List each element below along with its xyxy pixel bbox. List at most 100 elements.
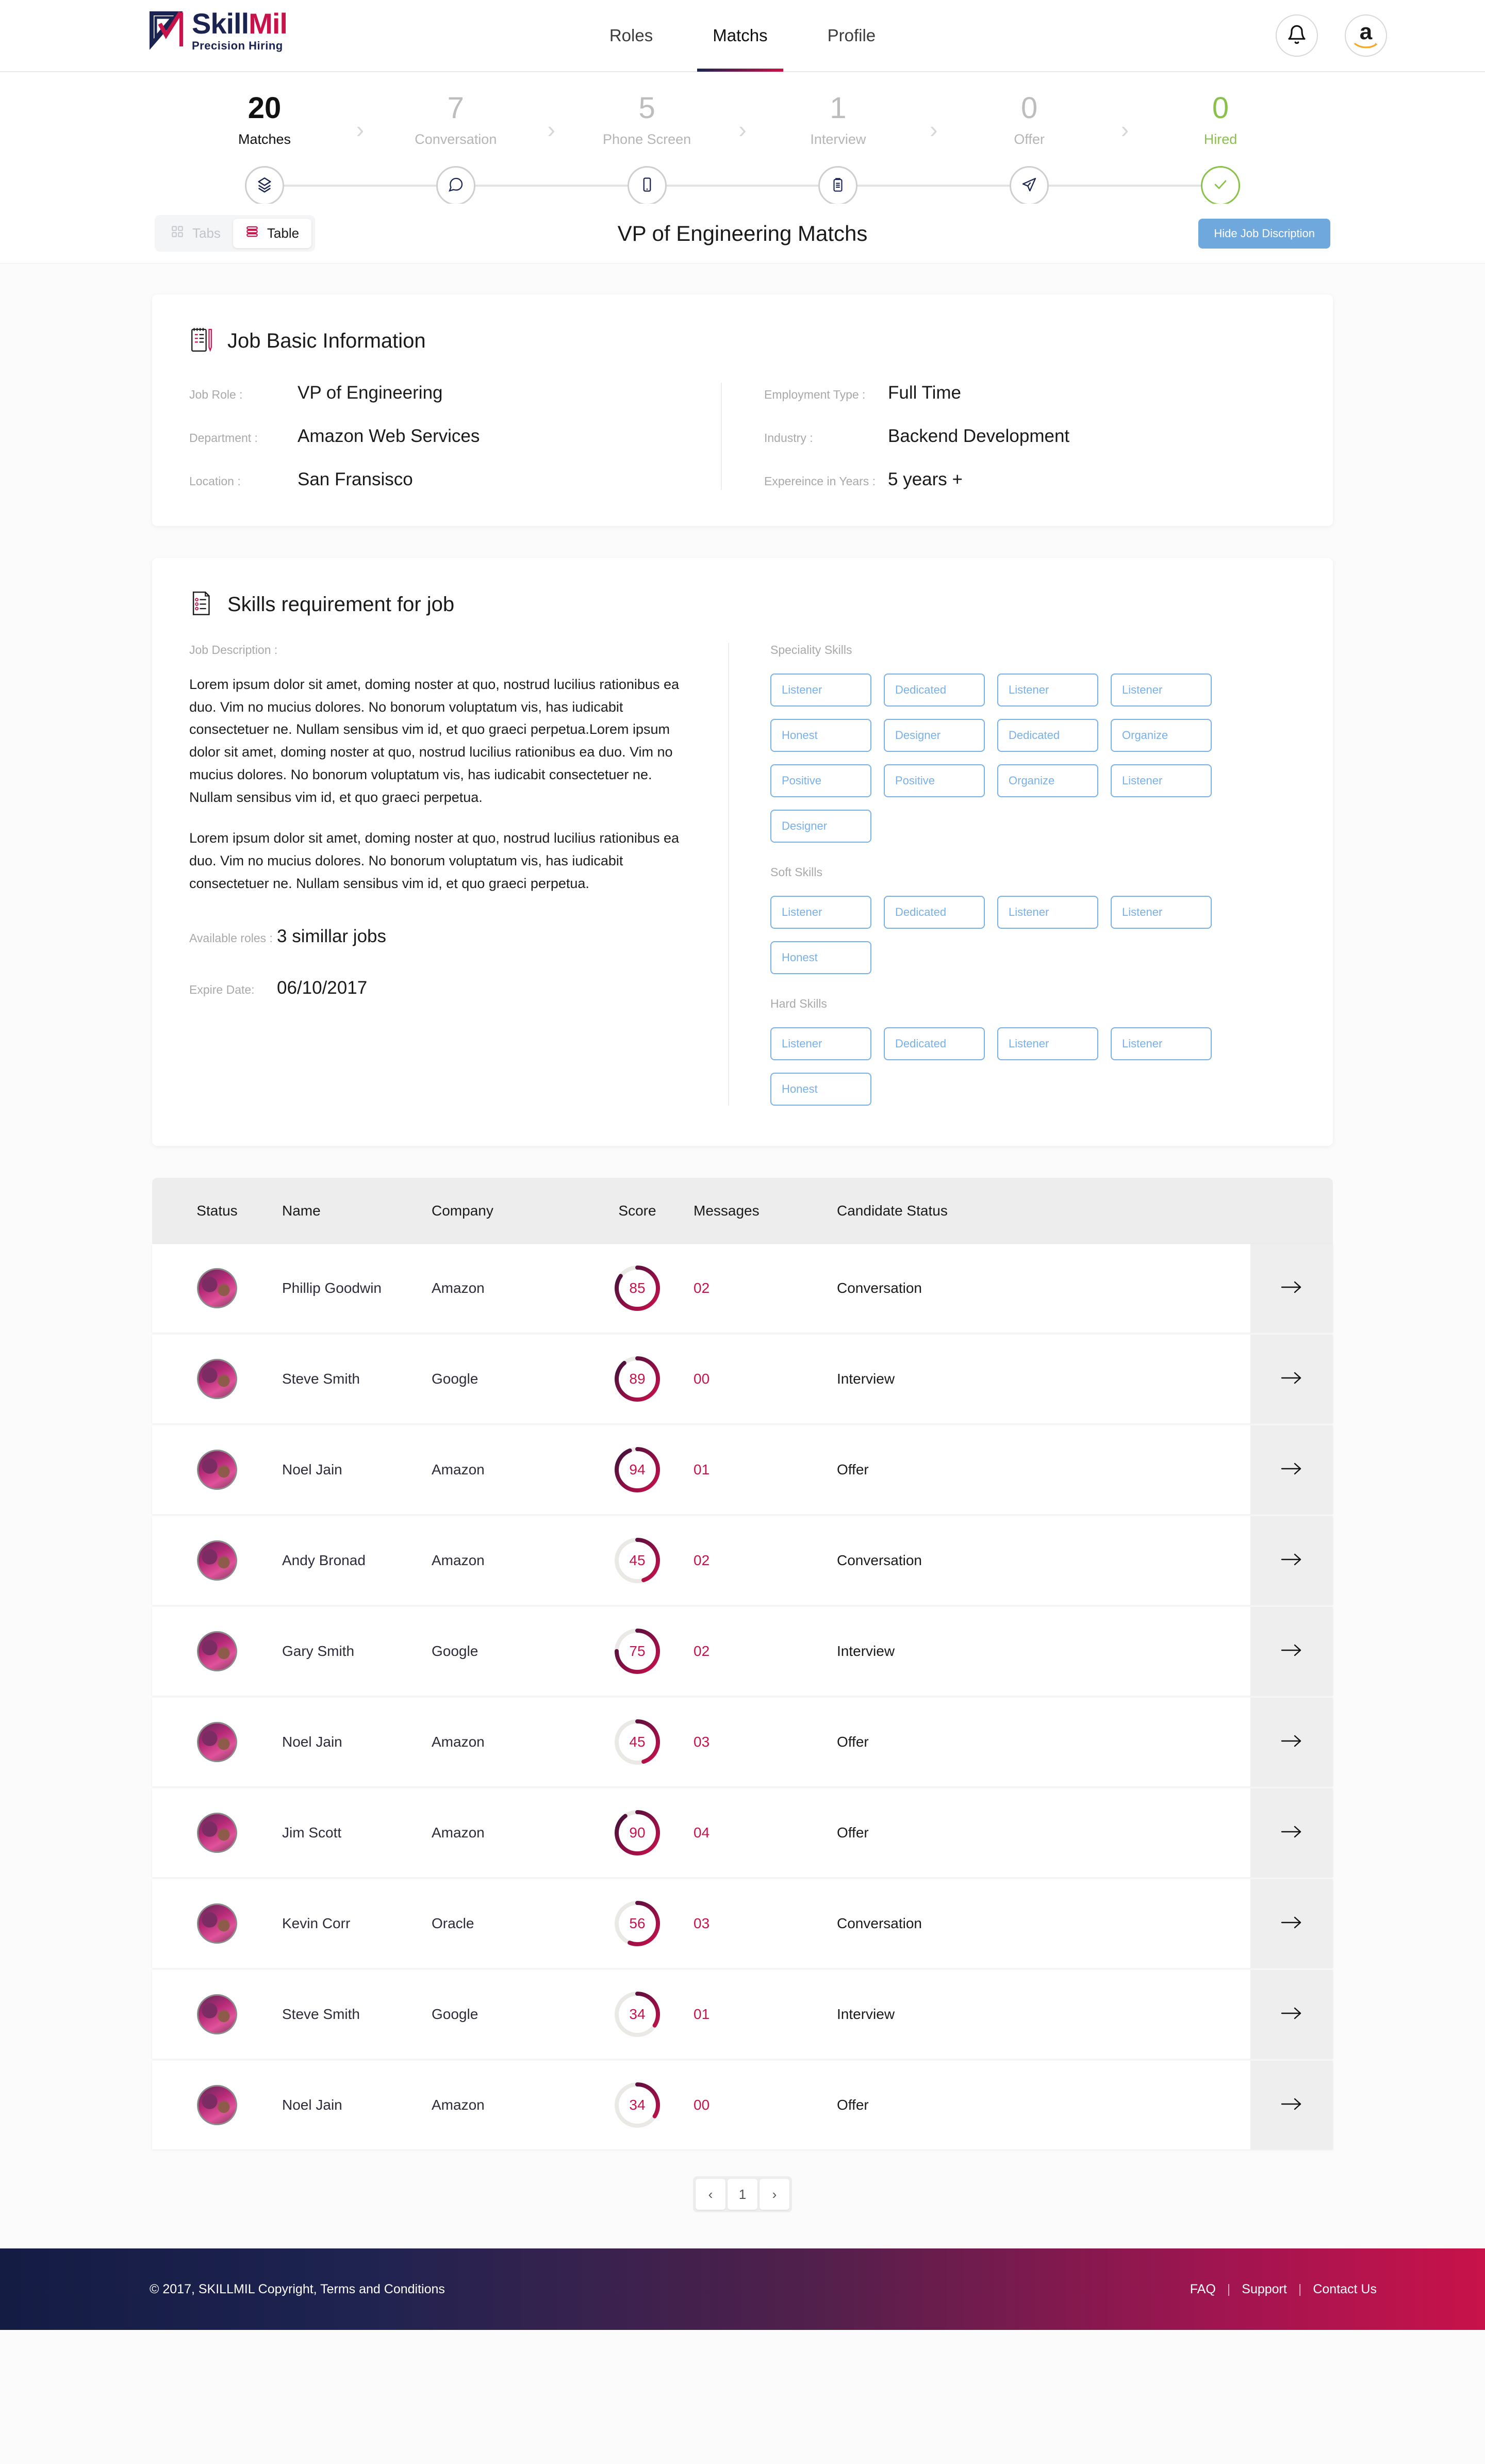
footer-link-contact-us[interactable]: Contact Us — [1313, 2282, 1377, 2297]
table-row[interactable]: Jim Scott Amazon 90 04 Offer — [152, 1788, 1333, 1877]
account-avatar-button[interactable]: a — [1345, 14, 1387, 57]
cell-status — [152, 1450, 282, 1490]
skill-tag[interactable]: Dedicated — [884, 1027, 985, 1060]
row-open-button[interactable] — [1250, 1698, 1333, 1786]
skill-tag[interactable]: Listener — [770, 674, 871, 707]
pipeline-dot-phone-screen[interactable] — [627, 166, 667, 205]
job-basic-left-column: Job Role : VP of Engineering Department … — [189, 383, 721, 490]
soft-skills-tags: Listener Dedicated Listener Listener Hon… — [770, 896, 1224, 974]
pipeline-stage-interview[interactable]: 1 Interview — [773, 92, 902, 147]
skill-tag[interactable]: Organize — [1111, 719, 1212, 752]
pipeline-dot-matches[interactable] — [245, 166, 284, 205]
skill-tag[interactable]: Dedicated — [997, 719, 1098, 752]
skill-tag[interactable]: Listener — [997, 896, 1098, 929]
nav-item-matchs[interactable]: Matchs — [683, 0, 797, 72]
view-tab-table[interactable]: Table — [233, 219, 312, 248]
skill-tag[interactable]: Honest — [770, 941, 871, 974]
pagination-group: ‹ 1 › — [693, 2176, 792, 2212]
skill-tag[interactable]: Listener — [1111, 896, 1212, 929]
cell-score: 34 — [581, 2081, 694, 2129]
row-open-button[interactable] — [1250, 1335, 1333, 1423]
footer-link-support[interactable]: Support — [1242, 2282, 1287, 2297]
field-value: Amazon Web Services — [298, 426, 480, 446]
field-value: VP of Engineering — [298, 383, 443, 403]
pipeline-dot-conversation[interactable] — [436, 166, 475, 205]
skill-tag[interactable]: Dedicated — [884, 674, 985, 707]
avatar — [197, 2085, 237, 2125]
table-row[interactable]: Kevin Corr Oracle 56 03 Conversation — [152, 1879, 1333, 1968]
pipeline-stage-offer[interactable]: 0 Offer — [965, 92, 1094, 147]
row-open-button[interactable] — [1250, 2061, 1333, 2149]
skills-columns: Speciality Skills Listener Dedicated Lis… — [728, 643, 1296, 1106]
table-row[interactable]: Noel Jain Amazon 45 03 Offer — [152, 1698, 1333, 1786]
column-header-score: Score — [618, 1203, 656, 1219]
skill-tag[interactable]: Listener — [997, 674, 1098, 707]
stage-count: 20 — [248, 91, 282, 125]
table-row[interactable]: Noel Jain Amazon 94 01 Offer — [152, 1425, 1333, 1514]
cell-company: Amazon — [432, 1461, 485, 1477]
nav-item-profile[interactable]: Profile — [798, 0, 906, 72]
score-ring: 45 — [614, 1537, 661, 1584]
arrow-right-icon — [1280, 1732, 1304, 1752]
table-row[interactable]: Steve Smith Google 89 00 Interview — [152, 1335, 1333, 1423]
pipeline-stage-phone-screen[interactable]: 5 Phone Screen — [583, 92, 712, 147]
table-row[interactable]: Noel Jain Amazon 34 00 Offer — [152, 2061, 1333, 2149]
pagination-next-button[interactable]: › — [760, 2179, 789, 2210]
check-icon — [1212, 176, 1229, 196]
skill-tag[interactable]: Organize — [997, 764, 1098, 797]
footer-link-faq[interactable]: FAQ — [1190, 2282, 1216, 2297]
brand-logo[interactable]: SkillMil Precision Hiring — [148, 9, 288, 52]
row-open-button[interactable] — [1250, 1970, 1333, 2059]
chevron-right-icon-1: › — [356, 116, 365, 143]
cell-candidate-status: Interview — [837, 1643, 895, 1659]
skill-tag[interactable]: Positive — [770, 764, 871, 797]
skill-tag[interactable]: Positive — [884, 764, 985, 797]
pipeline-dot-hired[interactable] — [1200, 166, 1240, 205]
row-open-button[interactable] — [1250, 1516, 1333, 1605]
table-row[interactable]: Phillip Goodwin Amazon 85 02 Conversation — [152, 1244, 1333, 1333]
skill-tag[interactable]: Listener — [997, 1027, 1098, 1060]
hide-job-description-button[interactable]: Hide Job Discription — [1198, 218, 1330, 249]
job-basic-information-card: Job Basic Information Job Role : VP of E… — [152, 294, 1333, 526]
skill-tag[interactable]: Listener — [770, 896, 871, 929]
pipeline-stage-matches[interactable]: 20 Matches — [200, 91, 329, 147]
stage-label: Offer — [1014, 131, 1045, 147]
skill-tag[interactable]: Dedicated — [884, 896, 985, 929]
skill-tag[interactable]: Honest — [770, 1073, 871, 1106]
arrow-right-icon — [1280, 1823, 1304, 1843]
notification-button[interactable] — [1276, 14, 1318, 57]
table-row[interactable]: Andy Bronad Amazon 45 02 Conversation — [152, 1516, 1333, 1605]
skill-tag[interactable]: Designer — [770, 810, 871, 843]
table-row[interactable]: Steve Smith Google 34 01 Interview — [152, 1970, 1333, 2059]
cell-company: Amazon — [432, 1552, 485, 1568]
skill-tag[interactable]: Listener — [1111, 764, 1212, 797]
pipeline-dot-offer[interactable] — [1010, 166, 1049, 205]
row-open-button[interactable] — [1250, 1425, 1333, 1514]
stage-label: Hired — [1203, 131, 1238, 147]
skill-tag[interactable]: Designer — [884, 719, 985, 752]
row-open-button[interactable] — [1250, 1879, 1333, 1968]
pagination-page-1[interactable]: 1 — [728, 2179, 757, 2210]
pipeline-stage-conversation[interactable]: 7 Conversation — [391, 92, 520, 147]
skill-tag[interactable]: Listener — [1111, 674, 1212, 707]
skill-tag[interactable]: Honest — [770, 719, 871, 752]
skill-tag[interactable]: Listener — [1111, 1027, 1212, 1060]
skill-tag[interactable]: Listener — [770, 1027, 871, 1060]
pipeline-dot-interview[interactable] — [818, 166, 858, 205]
cell-status — [152, 2085, 282, 2125]
clipboard-icon — [830, 177, 846, 195]
pagination-prev-button[interactable]: ‹ — [696, 2179, 725, 2210]
table-row[interactable]: Gary Smith Google 75 02 Interview — [152, 1607, 1333, 1696]
row-open-button[interactable] — [1250, 1607, 1333, 1696]
chevron-right-icon-2: › — [547, 116, 555, 143]
available-roles-value[interactable]: 3 simillar jobs — [277, 926, 386, 947]
view-tab-tabs[interactable]: Tabs — [158, 219, 233, 248]
row-open-button[interactable] — [1250, 1788, 1333, 1877]
soft-skills-label: Soft Skills — [770, 865, 822, 879]
pipeline-stage-hired[interactable]: 0 Hired — [1156, 92, 1285, 147]
nav-item-roles[interactable]: Roles — [580, 0, 683, 72]
row-open-button[interactable] — [1250, 1244, 1333, 1333]
skills-group-soft: Soft Skills Listener Dedicated Listener … — [770, 865, 1296, 974]
score-ring: 56 — [614, 1900, 661, 1947]
arrow-right-icon — [1280, 1460, 1304, 1480]
